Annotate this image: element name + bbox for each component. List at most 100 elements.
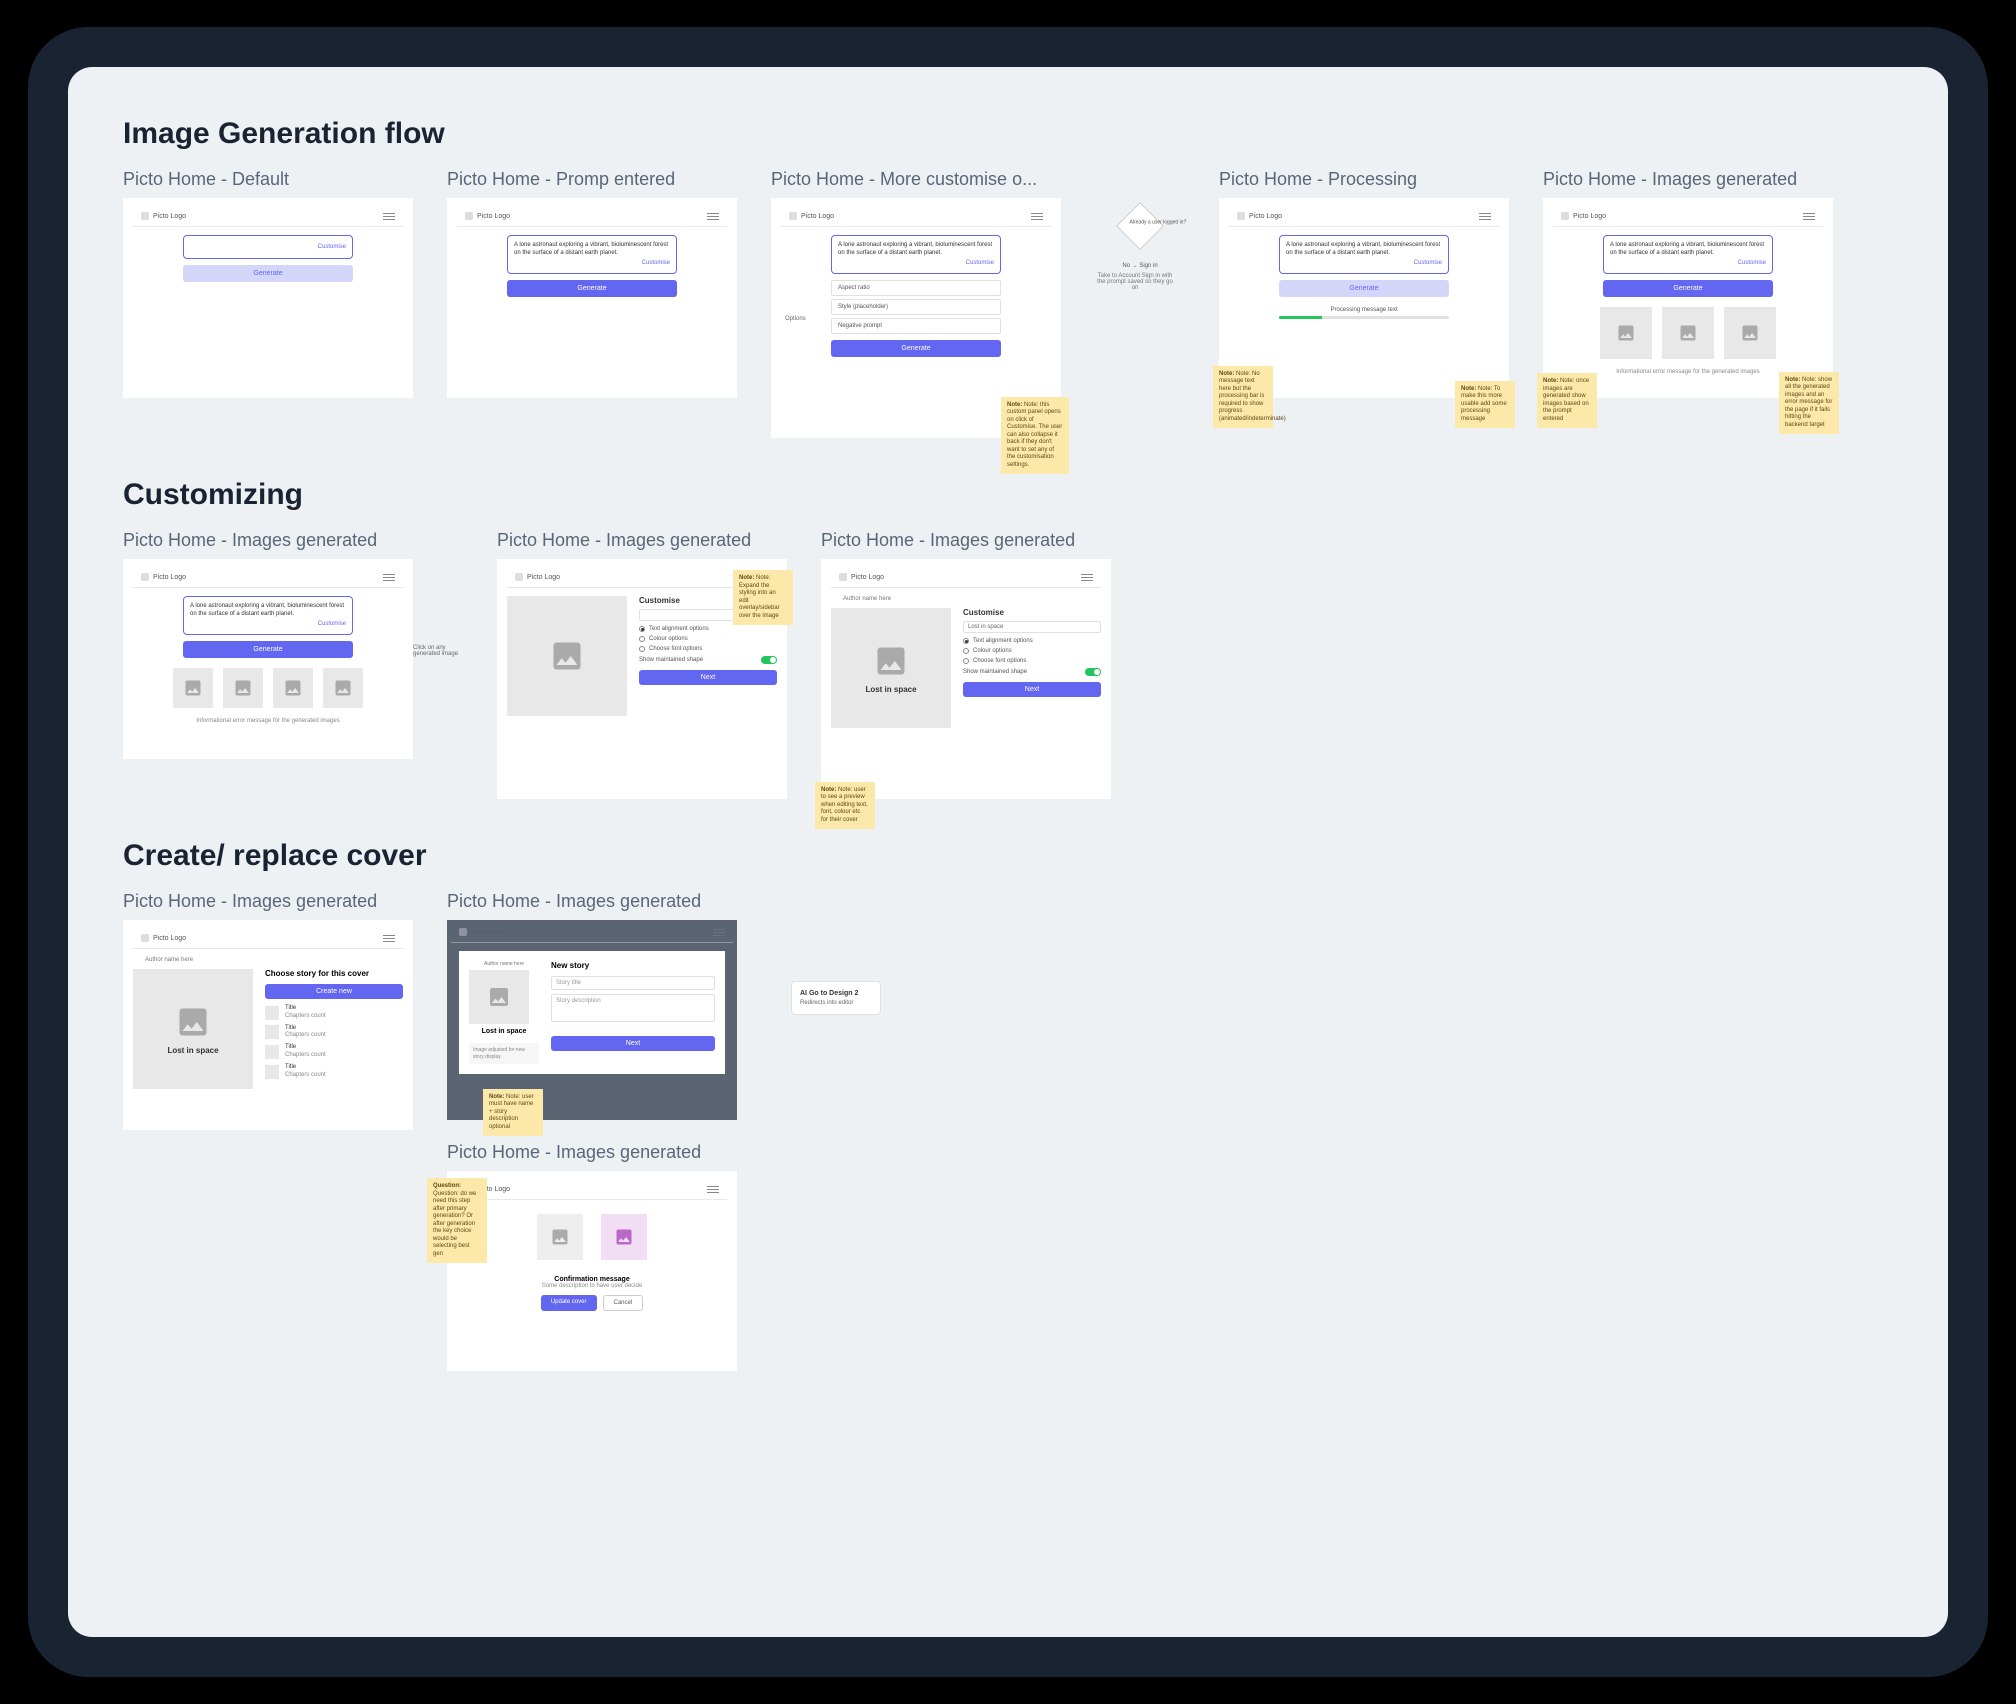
design-canvas[interactable]: Image Generation flow Picto Home - Defau… bbox=[68, 67, 1948, 1637]
colour-option[interactable]: Colour options bbox=[639, 636, 777, 642]
title-input[interactable]: Lost in space bbox=[963, 621, 1101, 633]
artboard-processing[interactable]: Picto Home - Processing Picto Logo A lon… bbox=[1219, 169, 1509, 398]
customise-link[interactable]: Customise bbox=[1738, 260, 1766, 268]
sticky-note[interactable]: Note: Note: No message text here but the… bbox=[1213, 366, 1273, 429]
sticky-note[interactable]: Note: Note: user to see a preview when e… bbox=[815, 782, 875, 830]
artboard-customise-options[interactable]: Picto Home - More customise o... Picto L… bbox=[771, 169, 1061, 438]
generate-button[interactable]: Generate bbox=[507, 280, 677, 297]
menu-icon[interactable] bbox=[383, 213, 395, 220]
prompt-input[interactable]: A lone astronaut exploring a vibrant, bi… bbox=[507, 235, 677, 274]
generate-button[interactable]: Generate bbox=[183, 641, 353, 658]
story-item[interactable]: TitleChapters count bbox=[265, 1044, 403, 1060]
toggle-option[interactable]: Show maintained shape bbox=[963, 668, 1101, 676]
customise-link[interactable]: Customise bbox=[318, 621, 346, 629]
prompt-input[interactable]: A lone astronaut exploring a vibrant, bi… bbox=[183, 596, 353, 635]
prompt-input[interactable]: Customise bbox=[183, 235, 353, 259]
decision-node[interactable]: Already a user logged in? No → Sign in T… bbox=[1095, 209, 1185, 291]
option-style[interactable]: Style (placeholder) bbox=[831, 299, 1001, 315]
option-negative[interactable]: Negative prompt bbox=[831, 318, 1001, 334]
image-placeholder[interactable] bbox=[1600, 307, 1652, 359]
generate-button[interactable]: Generate bbox=[183, 265, 353, 282]
alignment-option[interactable]: Text alignment options bbox=[639, 626, 777, 632]
image-icon bbox=[1616, 323, 1636, 343]
image-placeholder[interactable] bbox=[1724, 307, 1776, 359]
artboard-prompt-entered[interactable]: Picto Home - Promp entered Picto Logo A … bbox=[447, 169, 737, 398]
story-item[interactable]: TitleChapters count bbox=[265, 1064, 403, 1080]
artboard-default[interactable]: Picto Home - Default Picto Logo Customis… bbox=[123, 169, 413, 398]
artboard-new-story-modal[interactable]: Picto Home - Images generated Picto Logo… bbox=[447, 891, 737, 1120]
image-icon bbox=[549, 638, 585, 674]
cancel-button[interactable]: Cancel bbox=[603, 1295, 644, 1311]
modal-next-button[interactable]: Next bbox=[551, 1036, 715, 1051]
preview-image[interactable]: Lost in space bbox=[133, 969, 253, 1089]
generate-button[interactable]: Generate bbox=[1279, 280, 1449, 297]
colour-option[interactable]: Colour options bbox=[963, 648, 1101, 654]
logo-icon bbox=[459, 928, 467, 936]
image-placeholder[interactable] bbox=[273, 668, 313, 708]
confirm-sub: Some description to have user decide bbox=[457, 1283, 727, 1289]
story-thumb-icon bbox=[265, 1025, 279, 1039]
font-option[interactable]: Choose font options bbox=[639, 646, 777, 652]
modal-desc-input[interactable]: Story description bbox=[551, 994, 715, 1022]
sticky-note[interactable]: Note: Note: show all the generated image… bbox=[1779, 372, 1839, 435]
new-cover[interactable] bbox=[601, 1214, 647, 1260]
artboard-choose-story[interactable]: Picto Home - Images generated Picto Logo… bbox=[123, 891, 413, 1130]
image-placeholder[interactable] bbox=[323, 668, 363, 708]
menu-icon[interactable] bbox=[1479, 213, 1491, 220]
image-placeholder[interactable] bbox=[223, 668, 263, 708]
story-item[interactable]: TitleChapters count bbox=[265, 1005, 403, 1021]
author-label: Author name here bbox=[843, 596, 1101, 602]
diamond-icon: Already a user logged in? bbox=[1116, 202, 1164, 250]
logo-text: Picto Logo bbox=[1573, 213, 1606, 220]
customise-link[interactable]: Customise bbox=[318, 244, 346, 252]
toggle-option[interactable]: Show maintained shape bbox=[639, 656, 777, 664]
menu-icon[interactable] bbox=[383, 935, 395, 942]
modal-title-input[interactable]: Story title bbox=[551, 976, 715, 990]
image-icon bbox=[873, 643, 909, 679]
artboard-images-generated[interactable]: Picto Home - Images generated Picto Logo… bbox=[1543, 169, 1833, 398]
sticky-note[interactable]: Note: Note: once images are generated sh… bbox=[1537, 373, 1597, 428]
artboard-customise-panel[interactable]: Picto Home - Images generated Picto Logo… bbox=[497, 530, 787, 799]
update-cover-button[interactable]: Update cover bbox=[541, 1295, 597, 1311]
customise-link[interactable]: Customise bbox=[1414, 260, 1442, 268]
prompt-input[interactable]: A lone astronaut exploring a vibrant, bi… bbox=[831, 235, 1001, 274]
menu-icon[interactable] bbox=[707, 213, 719, 220]
menu-icon[interactable] bbox=[383, 574, 395, 581]
sticky-note[interactable]: Note: Note: To make this more usable add… bbox=[1455, 381, 1515, 429]
next-button[interactable]: Next bbox=[963, 682, 1101, 697]
redirect-card[interactable]: AI Go to Design 2 Redirects into editor bbox=[791, 981, 881, 1015]
logo-text: Picto Logo bbox=[153, 213, 186, 220]
sticky-note[interactable]: Question: Question: do we need this step… bbox=[427, 1178, 487, 1263]
preview-image[interactable] bbox=[507, 596, 627, 716]
create-new-button[interactable]: Create new bbox=[265, 984, 403, 999]
artboard-replace-cover[interactable]: Picto Home - Images generated Picto Logo… bbox=[447, 1142, 737, 1371]
font-option[interactable]: Choose font options bbox=[963, 658, 1101, 664]
prompt-input[interactable]: A lone astronaut exploring a vibrant, bi… bbox=[1603, 235, 1773, 274]
preview-image[interactable]: Lost in space bbox=[831, 608, 951, 728]
menu-icon[interactable] bbox=[707, 1186, 719, 1193]
sticky-note[interactable]: Note: Note: user must have name + story … bbox=[483, 1089, 543, 1137]
option-aspect[interactable]: Aspect ratio bbox=[831, 280, 1001, 296]
toggle-switch[interactable] bbox=[761, 656, 777, 664]
artboard-images-generated[interactable]: Picto Home - Images generated Picto Logo… bbox=[123, 530, 413, 759]
menu-icon[interactable] bbox=[1031, 213, 1043, 220]
customise-link[interactable]: Customise bbox=[642, 260, 670, 268]
menu-icon[interactable] bbox=[1081, 574, 1093, 581]
generate-button[interactable]: Generate bbox=[831, 340, 1001, 357]
story-item[interactable]: TitleChapters count bbox=[265, 1025, 403, 1041]
artboard-customise-preview[interactable]: Picto Home - Images generated Picto Logo… bbox=[821, 530, 1111, 799]
toggle-switch[interactable] bbox=[1085, 668, 1101, 676]
prompt-input[interactable]: A lone astronaut exploring a vibrant, bi… bbox=[1279, 235, 1449, 274]
current-cover[interactable] bbox=[537, 1214, 583, 1260]
next-button[interactable]: Next bbox=[639, 670, 777, 685]
sticky-note[interactable]: Note: Note: Expand the styling into an e… bbox=[733, 570, 793, 625]
customise-link[interactable]: Customise bbox=[966, 260, 994, 268]
image-placeholder[interactable] bbox=[1662, 307, 1714, 359]
sticky-note[interactable]: Note: Note: this custom panel opens on c… bbox=[1001, 397, 1069, 475]
alignment-option[interactable]: Text alignment options bbox=[963, 638, 1101, 644]
logo-icon bbox=[141, 573, 149, 581]
menu-icon[interactable] bbox=[1803, 213, 1815, 220]
image-placeholder[interactable] bbox=[173, 668, 213, 708]
generate-button[interactable]: Generate bbox=[1603, 280, 1773, 297]
note-text: Note: once images are generated show ima… bbox=[1543, 378, 1589, 422]
